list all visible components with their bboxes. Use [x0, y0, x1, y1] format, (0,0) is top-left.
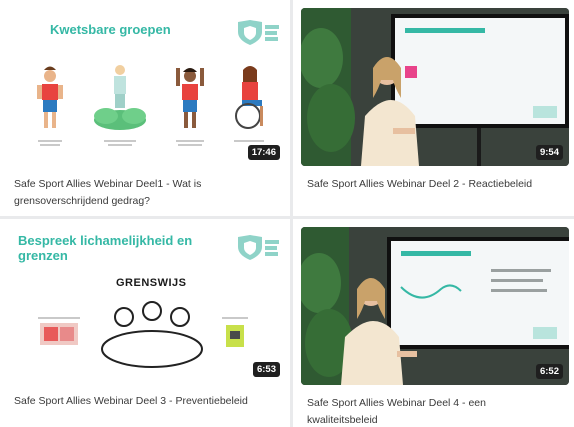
webinar-presenter-scene: [301, 227, 569, 385]
table-discussion-illustration: [38, 301, 248, 368]
video-title-4[interactable]: Safe Sport Allies Webinar Deel 4 - een k…: [307, 395, 555, 427]
video-title-3[interactable]: Safe Sport Allies Webinar Deel 3 - Preve…: [14, 393, 274, 410]
video-duration-2: 9:54: [535, 145, 563, 160]
video-thumbnail-4[interactable]: 6:52: [301, 227, 569, 385]
safe-sport-allies-logo: [238, 20, 279, 45]
kwetsbare-groepen-illustration: [37, 65, 264, 146]
video-card-1[interactable]: Kwetsbare groepen 17:46 Safe Sport Allie…: [0, 0, 290, 216]
slide-heading-3: Bespreek lichamelijkheid en grenzen: [18, 233, 193, 263]
webinar-presenter-scene: [301, 8, 569, 166]
video-grid: Kwetsbare groepen 17:46 Safe Sport Allie…: [0, 0, 574, 427]
video-card-3[interactable]: Bespreek lichamelijkheid en grenzen GREN…: [0, 219, 290, 427]
video-title-2[interactable]: Safe Sport Allies Webinar Deel 2 - React…: [307, 176, 555, 193]
video-card-2[interactable]: 9:54 Safe Sport Allies Webinar Deel 2 - …: [293, 0, 574, 216]
video-duration-4: 6:52: [535, 364, 563, 379]
safe-sport-allies-logo: [238, 235, 279, 260]
game-title: GRENSWIJS: [116, 277, 187, 289]
video-thumbnail-1[interactable]: Kwetsbare groepen 17:46: [8, 8, 286, 166]
video-card-4[interactable]: 6:52 Safe Sport Allies Webinar Deel 4 - …: [293, 219, 574, 427]
video-duration-1: 17:46: [247, 145, 280, 160]
video-duration-3: 6:53: [252, 362, 280, 377]
video-thumbnail-2[interactable]: 9:54: [301, 8, 569, 166]
slide-heading-1: Kwetsbare groepen: [50, 22, 171, 37]
video-thumbnail-3[interactable]: Bespreek lichamelijkheid en grenzen GREN…: [8, 225, 286, 383]
video-title-1[interactable]: Safe Sport Allies Webinar Deel1 - Wat is…: [14, 176, 274, 210]
